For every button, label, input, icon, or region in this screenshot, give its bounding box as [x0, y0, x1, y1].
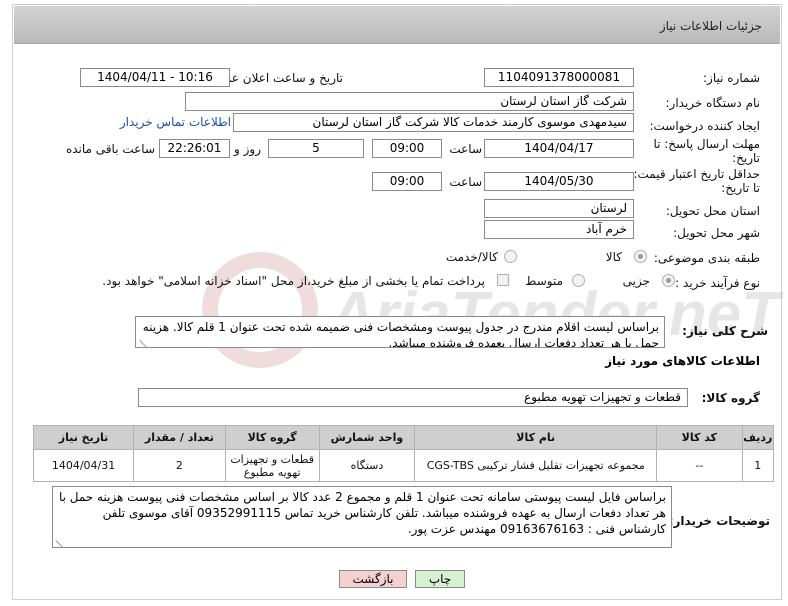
buyer-notes-text: براساس فایل لیست پیوستی سامانه تحت عنوان…	[58, 490, 666, 536]
process-label: نوع فرآیند خرید :	[675, 276, 760, 290]
goods-group-field: قطعات و تجهیزات تهویه مطبوع	[138, 388, 688, 407]
remaining-days-field: 5	[268, 139, 364, 158]
province-field: لرستان	[484, 199, 634, 218]
buyer-org-label: نام دستگاه خریدار:	[665, 96, 761, 110]
category-label: طبقه بندی موضوعی:	[653, 251, 760, 265]
category-goods-label: کالا	[605, 250, 622, 264]
buyer-notes-textarea[interactable]: براساس فایل لیست پیوستی سامانه تحت عنوان…	[52, 486, 672, 548]
need-number-field: 1104091378000081	[484, 68, 634, 87]
goods-table-header: ردیف کد کالا نام کالا واحد شمارش گروه کا…	[32, 425, 775, 450]
remaining-time-field: 22:26:01	[159, 139, 230, 158]
reply-date-field: 1404/04/17	[484, 139, 634, 158]
cell-qty: 2	[133, 449, 226, 482]
process-minor-radio[interactable]	[662, 274, 675, 287]
price-time-label: ساعت	[449, 175, 482, 189]
announce-date-field: 1404/04/11 - 10:16	[80, 68, 230, 87]
reply-deadline-label-2: تاریخ:	[732, 151, 760, 165]
treasury-payment-note: پرداخت تمام یا بخشی از مبلغ خرید،از محل …	[102, 274, 485, 288]
summary-text: براساس لیست اقلام مندرج در جدول پیوست وم…	[142, 320, 659, 348]
category-goods-service-radio[interactable]	[504, 250, 517, 263]
goods-group-label: گروه کالا:	[701, 391, 760, 405]
cell-code: --	[656, 449, 743, 482]
process-medium-label: متوسط	[525, 274, 563, 288]
summary-textarea[interactable]: براساس لیست اقلام مندرج در جدول پیوست وم…	[135, 316, 665, 348]
treasury-payment-checkbox[interactable]	[497, 274, 509, 286]
buyer-notes-resize-handle[interactable]	[56, 540, 64, 548]
summary-label: شرح کلی نیاز:	[682, 324, 768, 338]
cell-name: مجموعه تجهیزات تقلیل فشار ترکیبی CGS-TBS	[414, 449, 658, 482]
reply-time-field: 09:00	[372, 139, 442, 158]
cell-group: قطعات و تجهیزات تهویه مطبوع	[224, 449, 320, 482]
summary-resize-handle[interactable]	[140, 340, 148, 348]
goods-section-title: اطلاعات کالاهای مورد نیاز	[605, 354, 760, 368]
col-group: گروه کالا	[224, 425, 320, 450]
buyer-org-field: شرکت گاز استان لرستان	[185, 92, 634, 111]
price-date-field: 1404/05/30	[484, 172, 634, 191]
city-label: شهر محل تحویل:	[673, 226, 760, 240]
col-date: تاریخ نیاز	[32, 425, 135, 450]
requester-label: ایجاد کننده درخواست:	[649, 119, 760, 133]
need-number-label: شماره نیاز:	[703, 71, 760, 85]
back-button[interactable]: بازگشت	[339, 570, 407, 588]
price-time-field: 09:00	[372, 172, 442, 191]
print-button[interactable]: چاپ	[415, 570, 465, 588]
process-minor-label: جزیی	[622, 274, 650, 288]
cell-row: 1	[741, 449, 775, 482]
col-code: کد کالا	[656, 425, 743, 450]
buyer-notes-label: توضیحات خریدار:	[668, 514, 770, 528]
col-name: نام کالا	[414, 425, 658, 450]
reply-time-label: ساعت	[449, 142, 482, 156]
days-label: روز و	[234, 142, 261, 156]
price-validity-label-2: تا تاریخ:	[721, 181, 760, 195]
col-qty: تعداد / مقدار	[133, 425, 226, 450]
requester-field: سیدمهدی موسوی کارمند خدمات کالا شرکت گاز…	[233, 113, 634, 132]
col-row: ردیف	[741, 425, 775, 450]
process-medium-radio[interactable]	[572, 274, 585, 287]
cell-date: 1404/04/31	[32, 449, 135, 482]
col-unit: واحد شمارش	[318, 425, 416, 450]
remaining-time-label: ساعت باقی مانده	[65, 142, 155, 156]
cell-unit: دستگاه	[318, 449, 416, 482]
table-row: 1 -- مجموعه تجهیزات تقلیل فشار ترکیبی CG…	[32, 449, 775, 482]
panel-title: جزئیات اطلاعات نیاز	[659, 19, 762, 33]
category-goods-service-label: کالا/خدمت	[445, 250, 498, 264]
category-goods-radio[interactable]	[634, 250, 647, 263]
province-label: استان محل تحویل:	[665, 204, 760, 218]
city-field: خرم آباد	[484, 220, 634, 239]
buyer-contact-link[interactable]: اطلاعات تماس خریدار	[120, 115, 231, 129]
goods-table: ردیف کد کالا نام کالا واحد شمارش گروه کا…	[32, 425, 775, 482]
